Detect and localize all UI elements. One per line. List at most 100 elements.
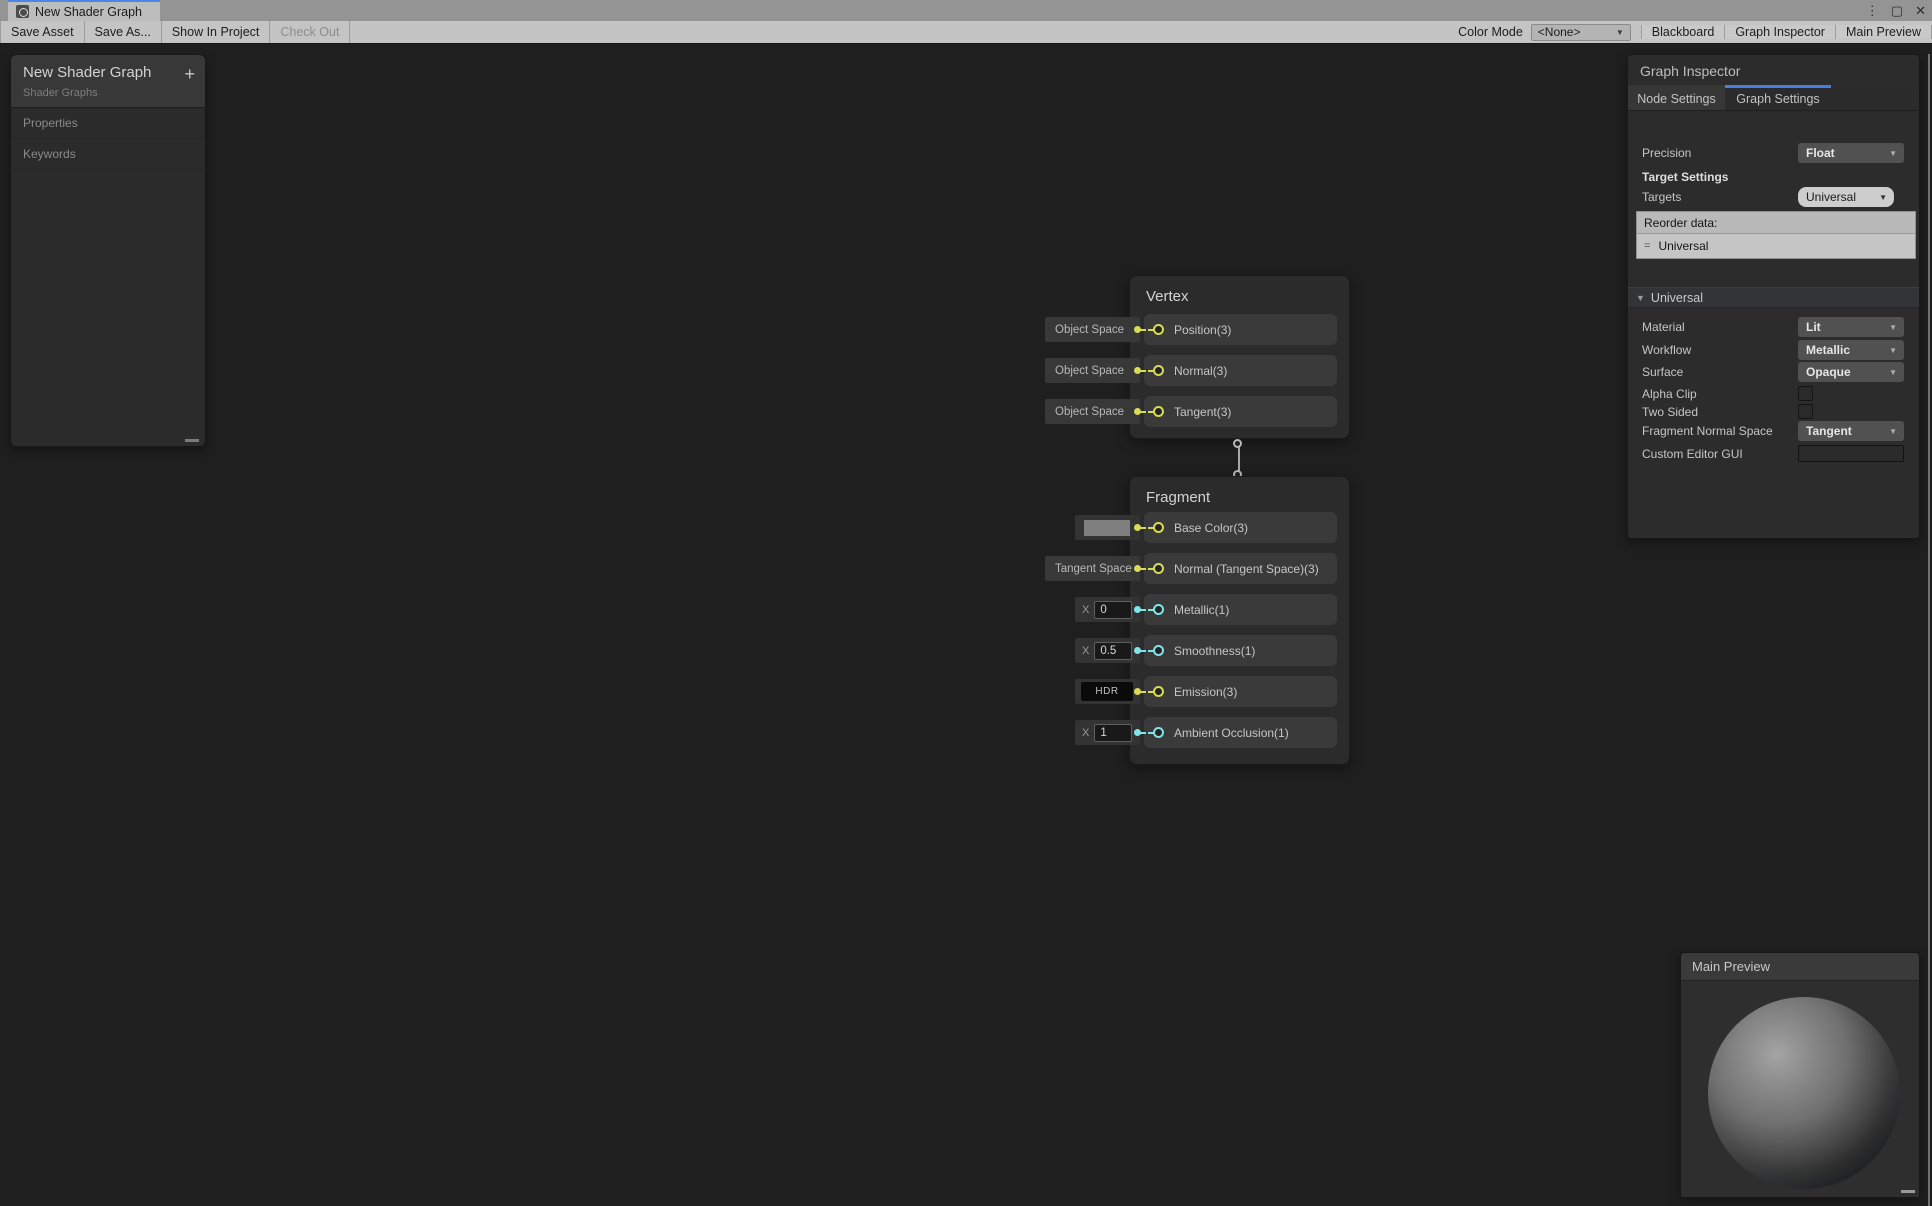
blackboard-section-keywords[interactable]: Keywords: [11, 139, 205, 170]
fragment-node-title: Fragment: [1130, 477, 1349, 506]
alpha-clip-checkbox[interactable]: [1798, 386, 1813, 401]
graph-inspector-toggle-button[interactable]: Graph Inspector: [1724, 25, 1835, 39]
chevron-down-icon: ▼: [1889, 368, 1897, 377]
main-preview-toggle-button[interactable]: Main Preview: [1835, 25, 1932, 39]
input-port-icon[interactable]: [1153, 604, 1164, 615]
x-component-label: X: [1082, 727, 1089, 739]
reorder-data-header: Reorder data:: [1637, 212, 1915, 234]
shader-graph-asset-icon: [16, 5, 29, 18]
workflow-row: Workflow Metallic ▼: [1628, 340, 1919, 362]
reorder-data-list: Reorder data: = Universal: [1636, 211, 1916, 259]
port-row[interactable]: HDR Emission(3): [1144, 676, 1337, 707]
show-in-project-button[interactable]: Show In Project: [162, 21, 271, 43]
space-binding-pill[interactable]: Object Space: [1045, 317, 1140, 342]
blackboard-toggle-button[interactable]: Blackboard: [1641, 25, 1725, 39]
input-port-icon[interactable]: [1153, 324, 1164, 335]
float-value-field[interactable]: 0.5: [1094, 642, 1132, 660]
chevron-down-icon: ▼: [1889, 346, 1897, 355]
chevron-down-icon: ▼: [1616, 28, 1624, 37]
blackboard-section-properties[interactable]: Properties: [11, 108, 205, 139]
space-binding-pill[interactable]: Object Space: [1045, 358, 1140, 383]
float-input-widget[interactable]: X 0: [1075, 597, 1140, 622]
window-maximize-icon[interactable]: ▢: [1891, 3, 1903, 19]
blackboard-resize-handle[interactable]: [185, 439, 199, 442]
save-as-button[interactable]: Save As...: [85, 21, 162, 43]
space-binding-pill[interactable]: Tangent Space: [1045, 556, 1140, 581]
vertex-node[interactable]: Vertex Object Space Position(3) Object S…: [1129, 275, 1350, 439]
input-port-icon[interactable]: [1153, 522, 1164, 533]
blackboard-title: New Shader Graph: [23, 64, 193, 81]
window-right-edge: [1928, 54, 1930, 1206]
input-port-icon[interactable]: [1153, 406, 1164, 417]
chevron-down-icon: ▼: [1879, 193, 1887, 202]
targets-dropdown[interactable]: Universal ▼: [1798, 187, 1894, 207]
precision-row: Precision Float ▼: [1628, 143, 1919, 165]
check-out-button: Check Out: [270, 21, 350, 43]
hdr-color-widget[interactable]: HDR: [1075, 679, 1140, 704]
float-value-field[interactable]: 0: [1094, 601, 1132, 619]
toolbar: Save Asset Save As... Show In Project Ch…: [0, 21, 1932, 44]
fragment-normal-space-row: Fragment Normal Space Tangent ▼: [1628, 421, 1919, 443]
material-dropdown[interactable]: Lit ▼: [1798, 317, 1904, 337]
tab-title: New Shader Graph: [35, 5, 142, 19]
title-bar: New Shader Graph ⋮ ▢ ✕: [0, 0, 1932, 21]
preview-resize-handle[interactable]: [1901, 1190, 1915, 1193]
port-row[interactable]: Tangent Space Normal (Tangent Space)(3): [1144, 553, 1337, 584]
port-row[interactable]: Base Color(3): [1144, 512, 1337, 543]
fragment-normal-space-dropdown[interactable]: Tangent ▼: [1798, 421, 1904, 441]
input-port-icon[interactable]: [1153, 563, 1164, 574]
main-preview-title: Main Preview: [1681, 953, 1919, 981]
window-menu-icon[interactable]: ⋮: [1866, 3, 1879, 19]
float-value-field[interactable]: 1: [1094, 724, 1132, 742]
float-input-widget[interactable]: X 0.5: [1075, 638, 1140, 663]
chevron-down-icon: ▼: [1889, 427, 1897, 436]
tab-graph-settings[interactable]: Graph Settings: [1725, 85, 1831, 110]
color-mode-dropdown[interactable]: <None> ▼: [1531, 24, 1631, 41]
blackboard-subtitle: Shader Graphs: [23, 87, 193, 99]
foldout-arrow-icon: ▼: [1636, 293, 1645, 303]
universal-foldout[interactable]: ▼ Universal: [1628, 287, 1919, 308]
tab-new-shader-graph[interactable]: New Shader Graph: [8, 0, 160, 21]
reorder-item-universal[interactable]: = Universal: [1637, 234, 1915, 258]
custom-editor-gui-field[interactable]: [1798, 445, 1904, 462]
space-binding-pill[interactable]: Object Space: [1045, 399, 1140, 424]
fragment-node[interactable]: Fragment Base Color(3) Tangent Space Nor…: [1129, 476, 1350, 765]
x-component-label: X: [1082, 645, 1089, 657]
custom-editor-gui-row: Custom Editor GUI: [1628, 444, 1919, 466]
preview-sphere[interactable]: [1708, 997, 1900, 1189]
vertex-node-title: Vertex: [1130, 276, 1349, 305]
input-port-icon[interactable]: [1153, 365, 1164, 376]
workflow-dropdown[interactable]: Metallic ▼: [1798, 340, 1904, 360]
input-port-icon[interactable]: [1153, 645, 1164, 656]
graph-inspector-title: Graph Inspector: [1628, 55, 1919, 85]
surface-row: Surface Opaque ▼: [1628, 362, 1919, 384]
shader-graph-window: New Shader Graph ⋮ ▢ ✕ Save Asset Save A…: [0, 0, 1932, 1206]
material-row: Material Lit ▼: [1628, 317, 1919, 339]
graph-inspector-panel[interactable]: Graph Inspector Node Settings Graph Sett…: [1627, 54, 1920, 539]
port-row[interactable]: Object Space Position(3): [1144, 314, 1337, 345]
port-row[interactable]: X 0.5 Smoothness(1): [1144, 635, 1337, 666]
surface-dropdown[interactable]: Opaque ▼: [1798, 362, 1904, 382]
input-port-icon[interactable]: [1153, 727, 1164, 738]
save-asset-button[interactable]: Save Asset: [0, 21, 85, 43]
drag-handle-icon[interactable]: =: [1644, 240, 1650, 252]
add-property-button[interactable]: +: [184, 67, 195, 81]
main-preview-panel[interactable]: Main Preview: [1680, 952, 1920, 1198]
port-row[interactable]: Object Space Normal(3): [1144, 355, 1337, 386]
base-color-widget[interactable]: [1075, 515, 1140, 540]
color-swatch[interactable]: [1084, 520, 1130, 536]
blackboard-panel[interactable]: New Shader Graph Shader Graphs + Propert…: [10, 54, 206, 447]
port-row[interactable]: X 1 Ambient Occlusion(1): [1144, 717, 1337, 748]
hdr-color-swatch[interactable]: HDR: [1081, 682, 1133, 701]
port-row[interactable]: Object Space Tangent(3): [1144, 396, 1337, 427]
float-input-widget[interactable]: X 1: [1075, 720, 1140, 745]
stack-connector-top-icon[interactable]: [1233, 439, 1242, 448]
port-row[interactable]: X 0 Metallic(1): [1144, 594, 1337, 625]
two-sided-checkbox[interactable]: [1798, 404, 1813, 419]
inspector-tab-bar: Node Settings Graph Settings: [1628, 85, 1919, 111]
window-close-icon[interactable]: ✕: [1915, 3, 1926, 19]
input-port-icon[interactable]: [1153, 686, 1164, 697]
tab-node-settings[interactable]: Node Settings: [1628, 85, 1725, 110]
chevron-down-icon: ▼: [1889, 149, 1897, 158]
precision-dropdown[interactable]: Float ▼: [1798, 143, 1904, 163]
